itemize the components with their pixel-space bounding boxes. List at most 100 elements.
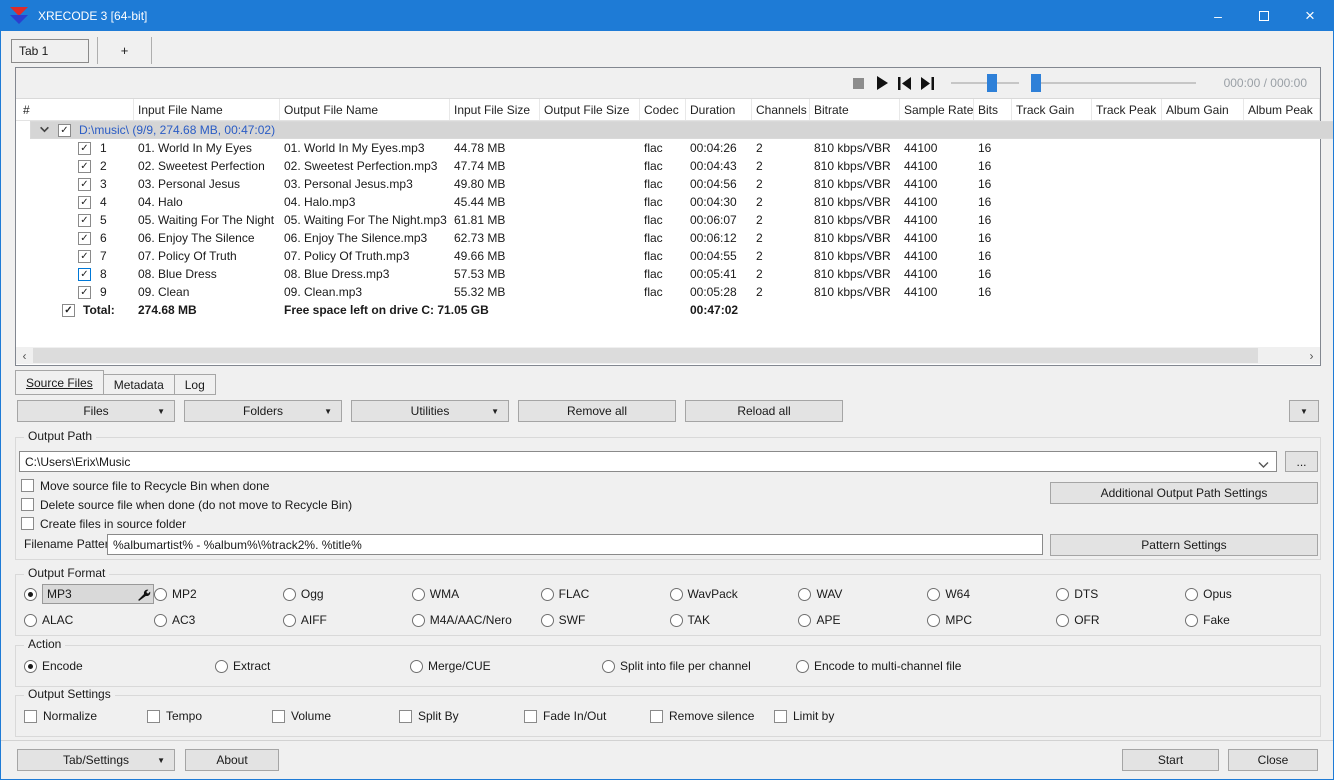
more-options-button[interactable]: ▼ <box>1289 400 1319 422</box>
row-checkbox[interactable]: ✓ <box>78 231 91 245</box>
option-checkbox[interactable] <box>21 479 34 492</box>
column-header[interactable]: Output File Name <box>280 99 450 120</box>
add-tab-button[interactable]: + <box>99 37 150 64</box>
filename-pattern-input[interactable] <box>107 534 1043 555</box>
tab-log[interactable]: Log <box>174 374 216 395</box>
format-radio[interactable] <box>1185 613 1199 627</box>
format-option-ofr[interactable]: OFR <box>1056 613 1185 627</box>
format-radio[interactable] <box>24 587 37 601</box>
action-radio[interactable] <box>796 659 809 673</box>
table-row[interactable]: ✓ 1 01. World In My Eyes 01. World In My Ey… <box>16 139 1320 157</box>
output-setting-volume[interactable]: Volume <box>272 709 399 723</box>
folders-button[interactable]: Folders ▼ <box>184 400 342 422</box>
row-checkbox[interactable]: ✓ <box>78 213 91 227</box>
column-header[interactable]: Input File Name <box>134 99 280 120</box>
play-button[interactable] <box>874 75 890 91</box>
format-radio[interactable] <box>927 587 941 601</box>
format-radio[interactable] <box>798 587 812 601</box>
format-option-fake[interactable]: Fake <box>1185 613 1314 627</box>
seek-slider[interactable] <box>1030 74 1196 92</box>
setting-checkbox[interactable] <box>272 709 285 723</box>
format-radio[interactable] <box>24 613 37 627</box>
path-option[interactable]: Delete source file when done (do not mov… <box>21 495 352 514</box>
format-option-dts[interactable]: DTS <box>1056 584 1185 604</box>
format-radio[interactable] <box>282 587 296 601</box>
format-option-ac3[interactable]: AC3 <box>154 613 283 627</box>
setting-checkbox[interactable] <box>650 709 663 723</box>
option-checkbox[interactable] <box>21 517 34 530</box>
column-header[interactable]: Input File Size <box>450 99 540 120</box>
previous-track-button[interactable] <box>897 75 913 91</box>
path-option[interactable]: Move source file to Recycle Bin when don… <box>21 476 352 495</box>
tab-source-files[interactable]: Source Files <box>15 370 104 395</box>
format-radio[interactable] <box>540 613 554 627</box>
close-button[interactable]: × <box>1287 1 1333 31</box>
format-option-ape[interactable]: APE <box>798 613 927 627</box>
format-option-wma[interactable]: WMA <box>411 584 541 604</box>
action-radio[interactable] <box>24 659 37 673</box>
stop-button[interactable] <box>851 75 867 91</box>
format-option-flac[interactable]: FLAC <box>540 584 670 604</box>
format-radio[interactable] <box>282 613 296 627</box>
output-path-combobox[interactable]: C:\Users\Erix\Music <box>19 451 1277 472</box>
column-header[interactable]: Bitrate <box>810 99 900 120</box>
table-row[interactable]: ✓ 7 07. Policy Of Truth 07. Policy Of Truth… <box>16 247 1320 265</box>
next-track-button[interactable] <box>920 75 936 91</box>
start-button[interactable]: Start <box>1122 749 1219 771</box>
volume-slider[interactable] <box>950 74 1019 92</box>
table-row-folder[interactable]: ✓ D:\music\ (9/9, 274.68 MB, 00:47:02) <box>30 121 1333 139</box>
column-header[interactable]: Track Peak <box>1092 99 1162 120</box>
action-radio[interactable] <box>602 659 615 673</box>
row-checkbox[interactable]: ✓ <box>78 249 91 263</box>
format-radio[interactable] <box>411 587 425 601</box>
format-option-mpc[interactable]: MPC <box>927 613 1056 627</box>
scroll-left-icon[interactable]: ‹ <box>16 347 33 364</box>
table-row[interactable]: ✓ 3 03. Personal Jesus 03. Personal Jesus.m… <box>16 175 1320 193</box>
format-option-wav[interactable]: WAV <box>798 584 927 604</box>
column-header[interactable]: Duration <box>686 99 752 120</box>
scrollbar-thumb[interactable] <box>33 348 1258 363</box>
tab-metadata[interactable]: Metadata <box>103 374 175 395</box>
minimize-button[interactable]: – <box>1195 1 1241 31</box>
format-radio[interactable] <box>1056 613 1070 627</box>
tab-1[interactable]: Tab 1 <box>11 39 89 63</box>
table-row[interactable]: ✓ 6 06. Enjoy The Silence 06. Enjoy The Sil… <box>16 229 1320 247</box>
utilities-button[interactable]: Utilities ▼ <box>351 400 509 422</box>
total-checkbox[interactable]: ✓ <box>62 303 75 317</box>
column-header[interactable]: Bits <box>974 99 1012 120</box>
output-setting-split-by[interactable]: Split By <box>399 709 524 723</box>
row-checkbox[interactable]: ✓ <box>78 141 91 155</box>
format-radio[interactable] <box>669 613 683 627</box>
output-setting-limit-by[interactable]: Limit by <box>774 709 1320 723</box>
column-header[interactable]: Album Peak <box>1244 99 1320 120</box>
maximize-button[interactable] <box>1241 1 1287 31</box>
format-option-tak[interactable]: TAK <box>669 613 799 627</box>
format-radio[interactable] <box>927 613 941 627</box>
column-header[interactable]: Track Gain <box>1012 99 1092 120</box>
close-app-button[interactable]: Close <box>1228 749 1318 771</box>
scroll-right-icon[interactable]: › <box>1303 347 1320 364</box>
action-option-split-into-file-per-channel[interactable]: Split into file per channel <box>602 659 796 673</box>
format-radio[interactable] <box>798 613 812 627</box>
output-setting-normalize[interactable]: Normalize <box>24 709 147 723</box>
about-button[interactable]: About <box>185 749 279 771</box>
column-header[interactable]: Channels <box>752 99 810 120</box>
action-radio[interactable] <box>215 659 228 673</box>
setting-checkbox[interactable] <box>524 709 537 723</box>
format-option-opus[interactable]: Opus <box>1185 584 1314 604</box>
column-header[interactable]: Codec <box>640 99 686 120</box>
column-header[interactable]: Output File Size <box>540 99 640 120</box>
column-header[interactable]: Album Gain <box>1162 99 1244 120</box>
output-setting-remove-silence[interactable]: Remove silence <box>650 709 774 723</box>
pattern-settings-button[interactable]: Pattern Settings <box>1050 534 1318 556</box>
row-checkbox[interactable]: ✓ <box>58 123 71 137</box>
output-setting-fade-in-out[interactable]: Fade In/Out <box>524 709 650 723</box>
action-option-encode-to-multi-channel-file[interactable]: Encode to multi-channel file <box>796 659 1320 673</box>
format-radio[interactable] <box>1185 587 1199 601</box>
remove-all-button[interactable]: Remove all <box>518 400 676 422</box>
setting-checkbox[interactable] <box>399 709 412 723</box>
action-option-merge-cue[interactable]: Merge/CUE <box>410 659 602 673</box>
browse-button[interactable]: ... <box>1285 451 1318 472</box>
row-checkbox[interactable]: ✓ <box>78 195 91 209</box>
format-radio[interactable] <box>1056 587 1070 601</box>
